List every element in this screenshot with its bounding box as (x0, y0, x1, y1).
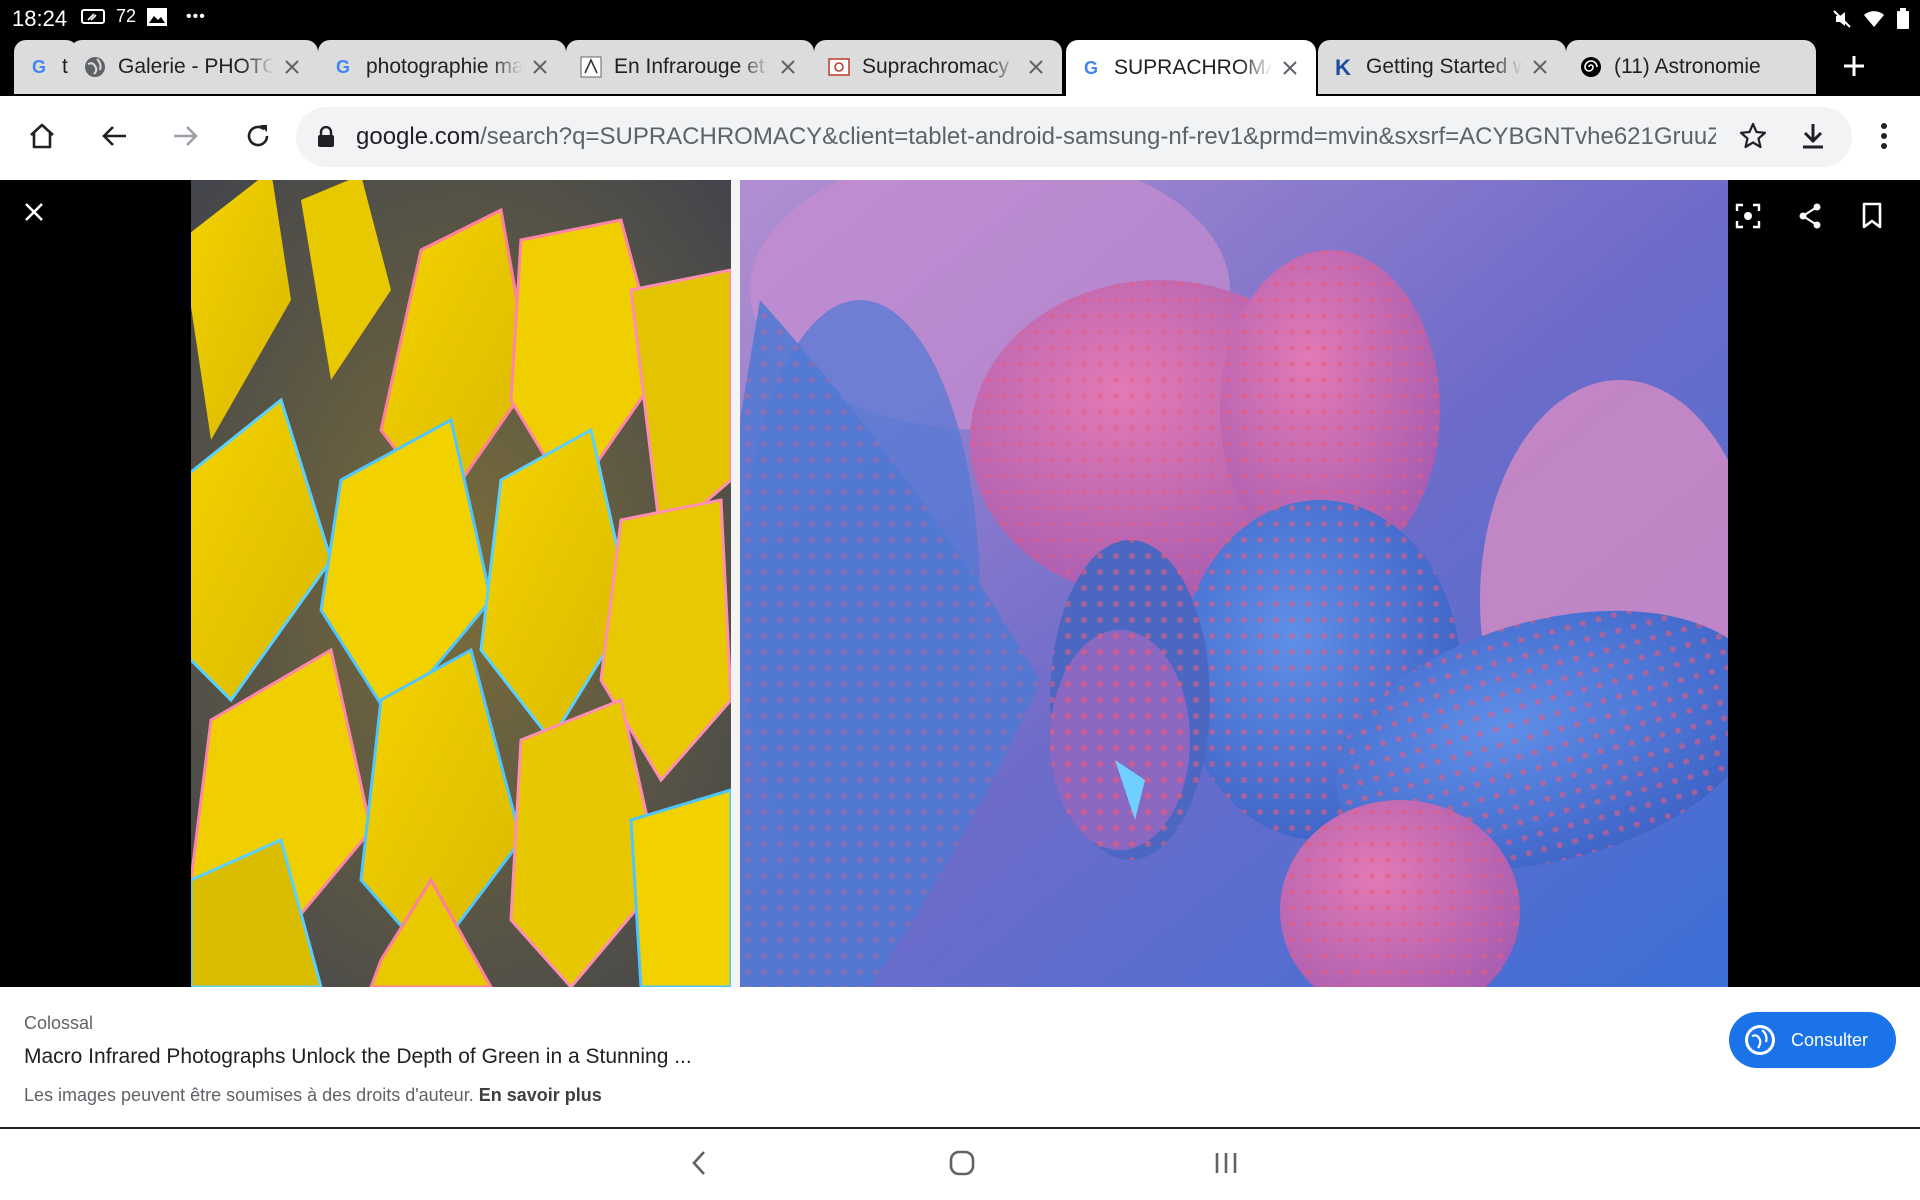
svg-text:G: G (336, 57, 350, 77)
photo-yellow-cactus[interactable] (191, 180, 731, 987)
close-tab-icon[interactable] (1024, 55, 1048, 79)
forward-button[interactable] (164, 116, 208, 160)
nav-back-button[interactable] (679, 1147, 719, 1183)
bookmark-star-button[interactable] (1731, 116, 1775, 160)
battery-percent: 72 (116, 6, 137, 26)
arrow-right-icon (172, 122, 200, 155)
recents-icon (1213, 1151, 1239, 1180)
save-image-button[interactable] (1852, 198, 1892, 238)
share-button[interactable] (1790, 198, 1830, 238)
wifi-icon (1862, 9, 1886, 34)
result-title[interactable]: Macro Infrared Photographs Unlock the De… (24, 1045, 692, 1069)
download-button[interactable] (1791, 116, 1835, 160)
image-viewer (0, 180, 1920, 987)
tab-7[interactable]: (11) Astronomie (1566, 40, 1816, 94)
back-button[interactable] (92, 116, 136, 160)
close-viewer-button[interactable] (14, 194, 54, 234)
gallery-icon (146, 7, 168, 27)
lens-icon (1734, 202, 1762, 235)
tab-4[interactable]: Suprachromacy (814, 40, 1062, 94)
photo-divider (731, 180, 740, 987)
status-bar: 18:24 72 ••• (0, 0, 1920, 40)
tv-cast-icon (80, 8, 106, 26)
url-text[interactable]: google.com/search?q=SUPRACHROMACY&client… (356, 123, 1716, 151)
bookmark-icon (1861, 202, 1883, 235)
browser-toolbar: google.com/search?q=SUPRACHROMACY&client… (0, 96, 1920, 180)
visit-button[interactable]: Consulter (1729, 1012, 1896, 1068)
close-tab-icon[interactable] (528, 55, 552, 79)
svg-text:G: G (32, 57, 46, 77)
source-name[interactable]: Colossal (24, 1013, 93, 1034)
google-icon: G (1080, 57, 1102, 79)
share-icon (1796, 202, 1824, 235)
tab-6[interactable]: K Getting Started with (1318, 40, 1566, 94)
close-tab-icon[interactable] (1528, 55, 1552, 79)
plus-icon (1842, 54, 1866, 83)
nav-recents-button[interactable] (1206, 1147, 1246, 1183)
svg-text:K: K (1335, 56, 1351, 78)
google-icon: G (28, 56, 50, 78)
spiral-icon (1580, 56, 1602, 78)
battery-icon (1896, 8, 1910, 35)
k-icon: K (1332, 56, 1354, 78)
home-icon (27, 121, 57, 156)
status-time: 18:24 (12, 6, 68, 31)
google-icon: G (332, 56, 354, 78)
photo-pink-cactus[interactable] (740, 180, 1728, 987)
tab-3[interactable]: En Infrarouge et (566, 40, 814, 94)
lock-icon (314, 125, 338, 149)
nav-home-button[interactable] (942, 1147, 982, 1183)
close-tab-icon[interactable] (1278, 56, 1302, 80)
download-icon (1799, 121, 1827, 156)
star-icon (1738, 121, 1768, 156)
address-bar[interactable]: google.com/search?q=SUPRACHROMACY&client… (296, 107, 1852, 167)
globe-icon (84, 56, 106, 78)
site-icon (580, 56, 602, 78)
learn-more-link[interactable]: En savoir plus (479, 1085, 602, 1105)
lens-search-button[interactable] (1728, 198, 1768, 238)
image-info-panel: Colossal Macro Infrared Photographs Unlo… (0, 987, 1920, 1129)
tab-2[interactable]: G photographie macro (318, 40, 566, 94)
close-tab-icon[interactable] (776, 55, 800, 79)
close-icon (23, 201, 45, 228)
more-vert-icon (1880, 122, 1888, 155)
copyright-notice: Les images peuvent être soumises à des d… (24, 1085, 602, 1105)
arrow-left-icon (100, 122, 128, 155)
system-nav-bar (0, 1129, 1920, 1200)
svg-text:G: G (1084, 58, 1098, 78)
menu-button[interactable] (1862, 116, 1906, 160)
new-tab-button[interactable] (1830, 46, 1878, 90)
reload-icon (244, 122, 272, 155)
chevron-left-icon (691, 1150, 707, 1181)
reload-button[interactable] (236, 116, 280, 160)
tab-strip: G t Galerie - PHOTOGRAPHIE G photographi… (0, 40, 1920, 96)
tab-5-active[interactable]: G SUPRACHROMACY (1066, 40, 1316, 96)
tab-1[interactable]: Galerie - PHOTOGRAPHIE (70, 40, 318, 94)
globe-icon (1745, 1025, 1775, 1055)
home-button[interactable] (20, 116, 64, 160)
tab-0[interactable]: G t (14, 40, 78, 94)
home-circle-icon (949, 1150, 975, 1181)
mute-icon (1832, 9, 1852, 34)
more-notifications: ••• (186, 7, 206, 25)
close-tab-icon[interactable] (280, 55, 304, 79)
site-icon (828, 56, 850, 78)
